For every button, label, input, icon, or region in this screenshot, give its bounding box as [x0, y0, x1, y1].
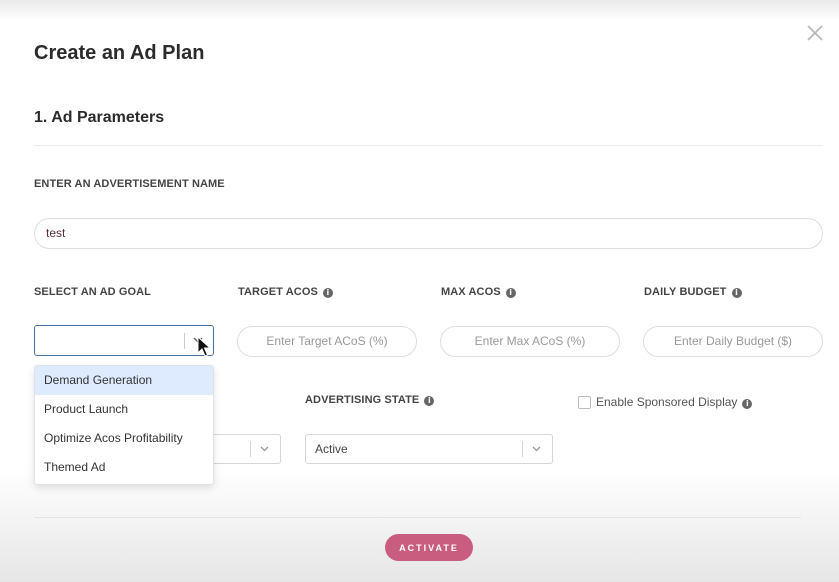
- dropdown-option-optimize-acos[interactable]: Optimize Acos Profitability: [35, 424, 213, 453]
- info-icon[interactable]: i: [505, 288, 516, 298]
- mouse-cursor-icon: [197, 336, 211, 357]
- info-icon[interactable]: i: [322, 288, 333, 298]
- info-icon[interactable]: i: [424, 396, 435, 406]
- modal-title: Create an Ad Plan: [34, 42, 205, 64]
- ad-name-value: test: [46, 226, 66, 240]
- dropdown-option-product-launch[interactable]: Product Launch: [35, 395, 213, 424]
- target-acos-input[interactable]: Enter Target ACoS (%): [237, 326, 417, 357]
- close-icon[interactable]: [804, 22, 826, 44]
- section-title: 1. Ad Parameters: [34, 109, 165, 126]
- daily-budget-label: DAILY BUDGET i: [644, 286, 742, 298]
- dropdown-option-demand-generation[interactable]: Demand Generation: [35, 366, 213, 395]
- sponsored-display-checkbox[interactable]: [578, 396, 591, 409]
- section-divider: [34, 145, 823, 146]
- ad-name-label: ENTER AN ADVERTISEMENT NAME: [34, 178, 225, 190]
- target-acos-placeholder: Enter Target ACoS (%): [266, 334, 388, 348]
- daily-budget-label-text: DAILY BUDGET: [644, 286, 727, 298]
- max-acos-placeholder: Enter Max ACoS (%): [474, 334, 586, 348]
- info-icon[interactable]: i: [731, 288, 742, 298]
- advertising-state-select[interactable]: Active: [305, 434, 553, 464]
- top-shadow: [0, 0, 839, 20]
- chevron-down-icon[interactable]: [258, 442, 271, 455]
- ad-name-input[interactable]: test: [34, 218, 823, 249]
- ad-goal-select[interactable]: [34, 325, 214, 356]
- dropdown-option-themed-ad[interactable]: Themed Ad: [35, 453, 213, 482]
- ad-goal-dropdown-menu: Demand Generation Product Launch Optimiz…: [34, 365, 214, 485]
- advertising-state-label: ADVERTISING STATE i: [305, 394, 435, 406]
- target-acos-label-text: TARGET ACOS: [238, 286, 318, 298]
- select-separator: [250, 441, 251, 457]
- daily-budget-placeholder: Enter Daily Budget ($): [673, 334, 793, 348]
- ad-goal-label: SELECT AN AD GOAL: [34, 286, 151, 298]
- footer-divider: [34, 517, 801, 518]
- target-acos-label: TARGET ACOS i: [238, 286, 333, 298]
- sponsored-display-label-text: Enable Sponsored Display: [596, 395, 738, 409]
- max-acos-label-text: MAX ACOS: [441, 286, 501, 298]
- chevron-down-icon[interactable]: [530, 442, 543, 455]
- advertising-state-label-text: ADVERTISING STATE: [305, 394, 420, 406]
- select-separator: [184, 333, 185, 349]
- info-icon[interactable]: i: [742, 399, 753, 409]
- activate-button[interactable]: ACTIVATE: [385, 534, 473, 561]
- select-separator: [522, 441, 523, 457]
- advertising-state-value: Active: [315, 442, 348, 456]
- bottom-shadow: [0, 470, 839, 582]
- max-acos-label: MAX ACOS i: [441, 286, 516, 298]
- max-acos-input[interactable]: Enter Max ACoS (%): [440, 326, 620, 357]
- daily-budget-input[interactable]: Enter Daily Budget ($): [643, 326, 823, 357]
- sponsored-display-label: Enable Sponsored Display i: [596, 395, 753, 409]
